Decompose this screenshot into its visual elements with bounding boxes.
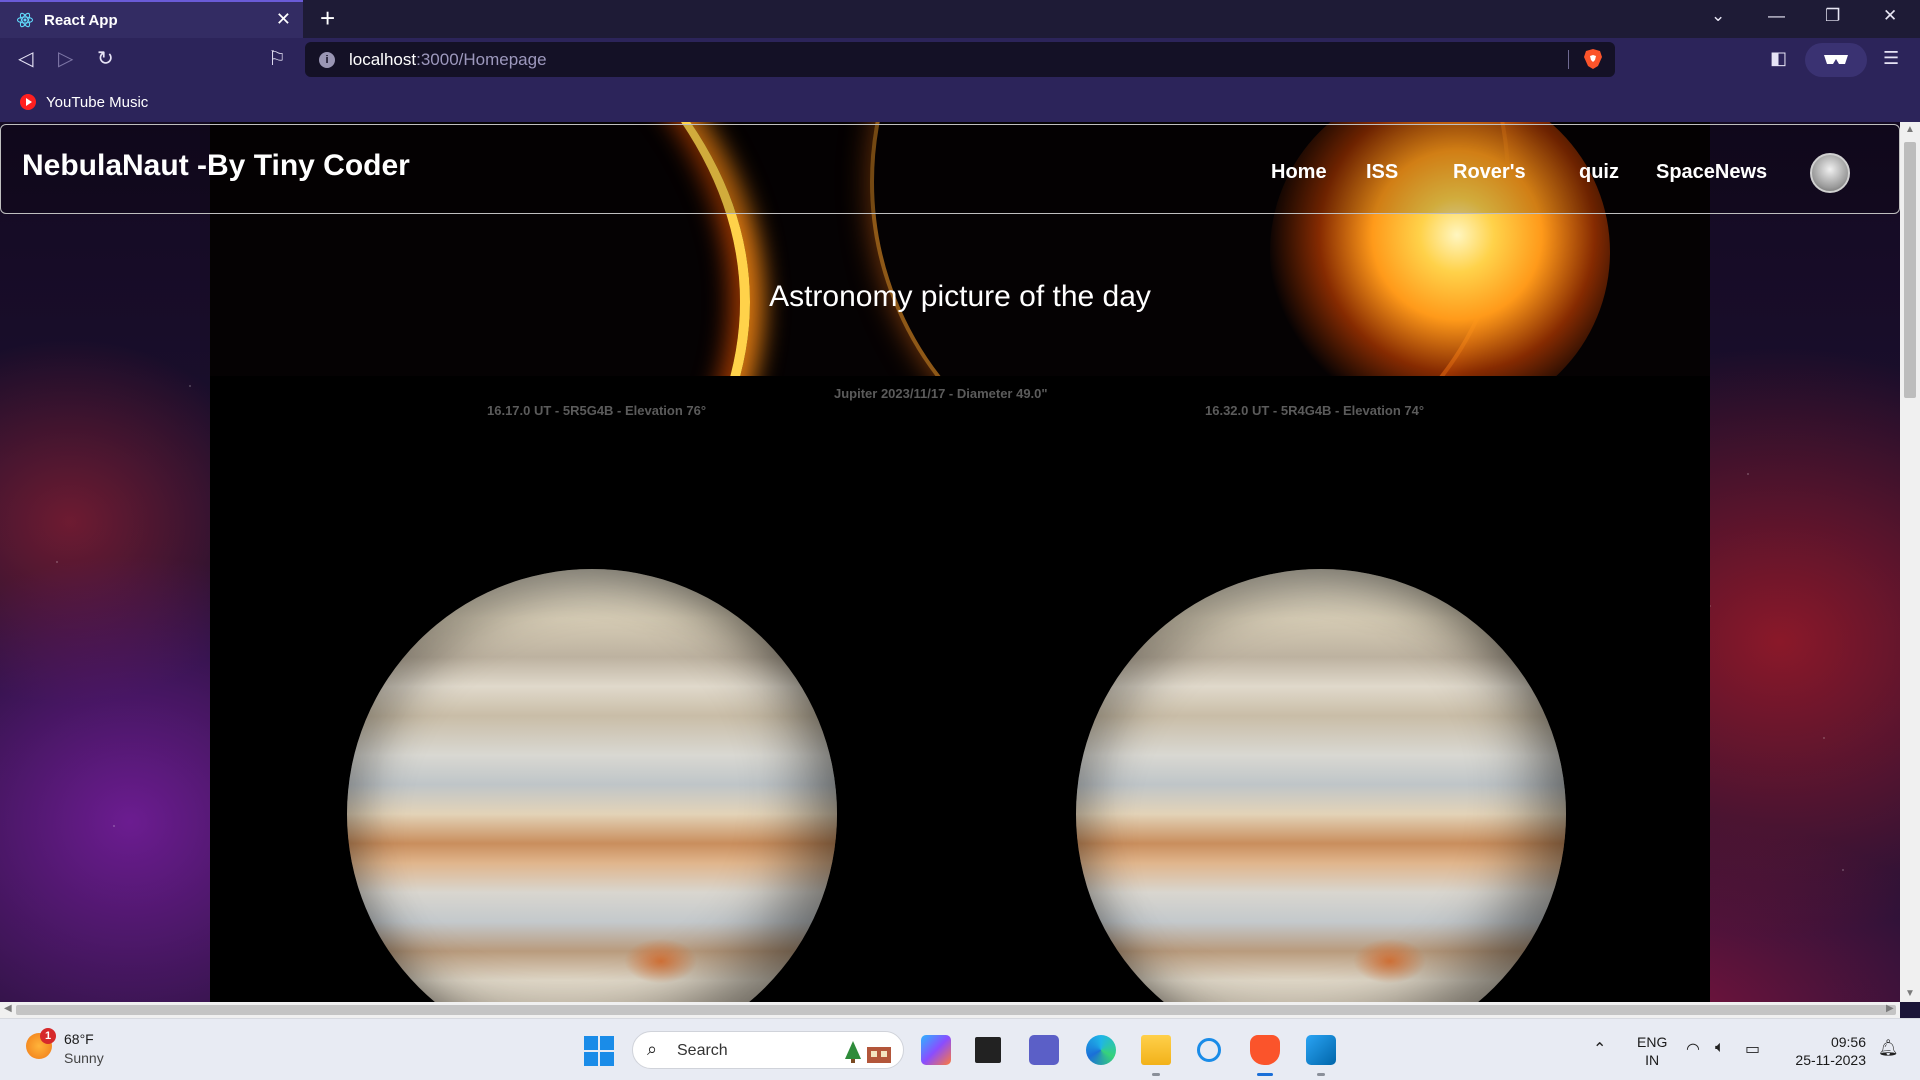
- apod-heading: Astronomy picture of the day: [769, 280, 1151, 313]
- copilot-icon[interactable]: [921, 1035, 951, 1065]
- nav-link-rovers[interactable]: Rover's: [1453, 161, 1526, 184]
- back-icon[interactable]: ◁: [18, 47, 33, 71]
- nav-link-quiz[interactable]: quiz: [1579, 161, 1619, 184]
- apod-caption-left: 16.17.0 UT - 5R5G4B - Elevation 76°: [487, 403, 707, 418]
- edge-icon[interactable]: [1086, 1035, 1116, 1065]
- nav-link-home[interactable]: Home: [1271, 161, 1327, 184]
- restore-icon[interactable]: ❐: [1825, 6, 1840, 26]
- vscode-running-indicator: [1317, 1073, 1325, 1076]
- chevron-up-icon[interactable]: ⌃: [1593, 1039, 1606, 1059]
- system-clock[interactable]: 09:56 25-11-2023: [1786, 1033, 1866, 1069]
- info-icon[interactable]: i: [319, 51, 335, 68]
- taskbar-search[interactable]: ⌕ Search: [632, 1031, 904, 1069]
- input-language[interactable]: ENG IN: [1637, 1033, 1667, 1069]
- reload-icon[interactable]: ↻: [97, 47, 114, 71]
- avatar[interactable]: [1810, 153, 1850, 193]
- scroll-up-arrow[interactable]: ▲: [1905, 124, 1915, 135]
- weather-condition[interactable]: Sunny: [64, 1050, 104, 1066]
- url-path: :3000/Homepage: [416, 49, 547, 69]
- vscode-icon[interactable]: [1306, 1035, 1336, 1065]
- weather-temperature[interactable]: 68°F: [64, 1031, 94, 1047]
- teams-icon[interactable]: [1029, 1035, 1059, 1065]
- cortana-icon[interactable]: [1197, 1038, 1221, 1062]
- clock-date: 25-11-2023: [1795, 1052, 1866, 1068]
- page-viewport: NebulaNaut -By Tiny Coder Home ISS Rover…: [0, 122, 1900, 1002]
- file-explorer-icon[interactable]: [1141, 1035, 1171, 1065]
- jupiter-left: [347, 569, 837, 1002]
- lang-line2: IN: [1645, 1052, 1660, 1068]
- menu-icon[interactable]: ☰: [1883, 48, 1899, 69]
- minimize-icon[interactable]: —: [1768, 6, 1785, 26]
- windows-taskbar: 1 68°F Sunny ⌕ Search ⌃ ENG IN ◠ 🔈︎ ▭ 09…: [0, 1018, 1920, 1080]
- nav-link-iss[interactable]: ISS: [1366, 161, 1398, 184]
- url-separator: [1568, 50, 1569, 69]
- plus-icon[interactable]: +: [320, 5, 335, 31]
- apod-caption-right: 16.32.0 UT - 5R4G4B - Elevation 74°: [1205, 403, 1425, 418]
- search-icon: ⌕: [647, 1039, 658, 1059]
- site-navbar: NebulaNaut -By Tiny Coder Home ISS Rover…: [0, 124, 1900, 214]
- nav-link-spacenews[interactable]: SpaceNews: [1656, 161, 1767, 184]
- apod-image: Jupiter 2023/11/17 - Diameter 49.0" 16.1…: [210, 376, 1710, 1002]
- horizontal-scroll-thumb[interactable]: [16, 1005, 1896, 1015]
- brave-icon[interactable]: [1250, 1035, 1280, 1065]
- horizontal-scrollbar[interactable]: ◀ ▶: [0, 1002, 1900, 1018]
- window-close-button[interactable]: ✕: [1883, 6, 1897, 26]
- chevron-down-icon[interactable]: ⌄: [1711, 6, 1725, 26]
- bookmark-youtube-music[interactable]: YouTube Music: [46, 94, 148, 111]
- forward-icon: ▷: [58, 48, 74, 70]
- address-bar[interactable]: i localhost:3000/Homepage: [305, 42, 1615, 77]
- search-label: Search: [677, 1042, 728, 1059]
- windows-start-icon[interactable]: [584, 1036, 614, 1066]
- battery-icon[interactable]: ▭: [1745, 1039, 1760, 1059]
- browser-tab-active[interactable]: React App ✕: [0, 0, 303, 38]
- brave-shield-icon[interactable]: [1583, 48, 1603, 70]
- lang-line1: ENG: [1637, 1034, 1668, 1050]
- jupiter-right: [1076, 569, 1566, 1002]
- scroll-right-arrow[interactable]: ▶: [1886, 1003, 1894, 1014]
- scroll-down-arrow[interactable]: ▼: [1905, 988, 1915, 999]
- sidebar-icon[interactable]: ◧: [1770, 48, 1787, 69]
- tab-title: React App: [44, 11, 118, 29]
- search-highlight-icon: [845, 1041, 891, 1063]
- react-icon: [16, 12, 34, 28]
- browser-tab-strip: React App ✕ + ⌄ — ❐ ✕: [0, 0, 1920, 38]
- bookmarks-bar: YouTube Music: [0, 82, 1920, 122]
- notification-bell-icon[interactable]: 🔔︎: [1878, 1038, 1898, 1058]
- volume-icon[interactable]: 🔈︎: [1715, 1039, 1725, 1057]
- vertical-scroll-thumb[interactable]: [1904, 142, 1916, 398]
- wallet-icon[interactable]: [1805, 43, 1867, 77]
- bookmark-icon[interactable]: ⚐: [268, 47, 286, 71]
- scroll-left-arrow[interactable]: ◀: [4, 1003, 12, 1014]
- clock-time: 09:56: [1830, 1034, 1866, 1050]
- youtube-music-icon: [20, 94, 36, 110]
- file-explorer-running-indicator: [1152, 1073, 1160, 1076]
- site-brand[interactable]: NebulaNaut -By Tiny Coder: [22, 149, 410, 183]
- close-icon[interactable]: ✕: [276, 9, 291, 30]
- weather-badge: 1: [40, 1028, 56, 1044]
- wifi-icon[interactable]: ◠: [1686, 1039, 1700, 1059]
- brave-running-indicator: [1257, 1073, 1273, 1076]
- browser-toolbar: ◁ ▷ ↻ ⚐ i localhost:3000/Homepage ◧ ☰: [0, 38, 1920, 82]
- vertical-scrollbar[interactable]: ▲ ▼: [1900, 122, 1920, 1002]
- url-host: localhost: [349, 49, 417, 69]
- apod-caption-center: Jupiter 2023/11/17 - Diameter 49.0": [834, 386, 1048, 401]
- task-view-icon[interactable]: [975, 1037, 1001, 1063]
